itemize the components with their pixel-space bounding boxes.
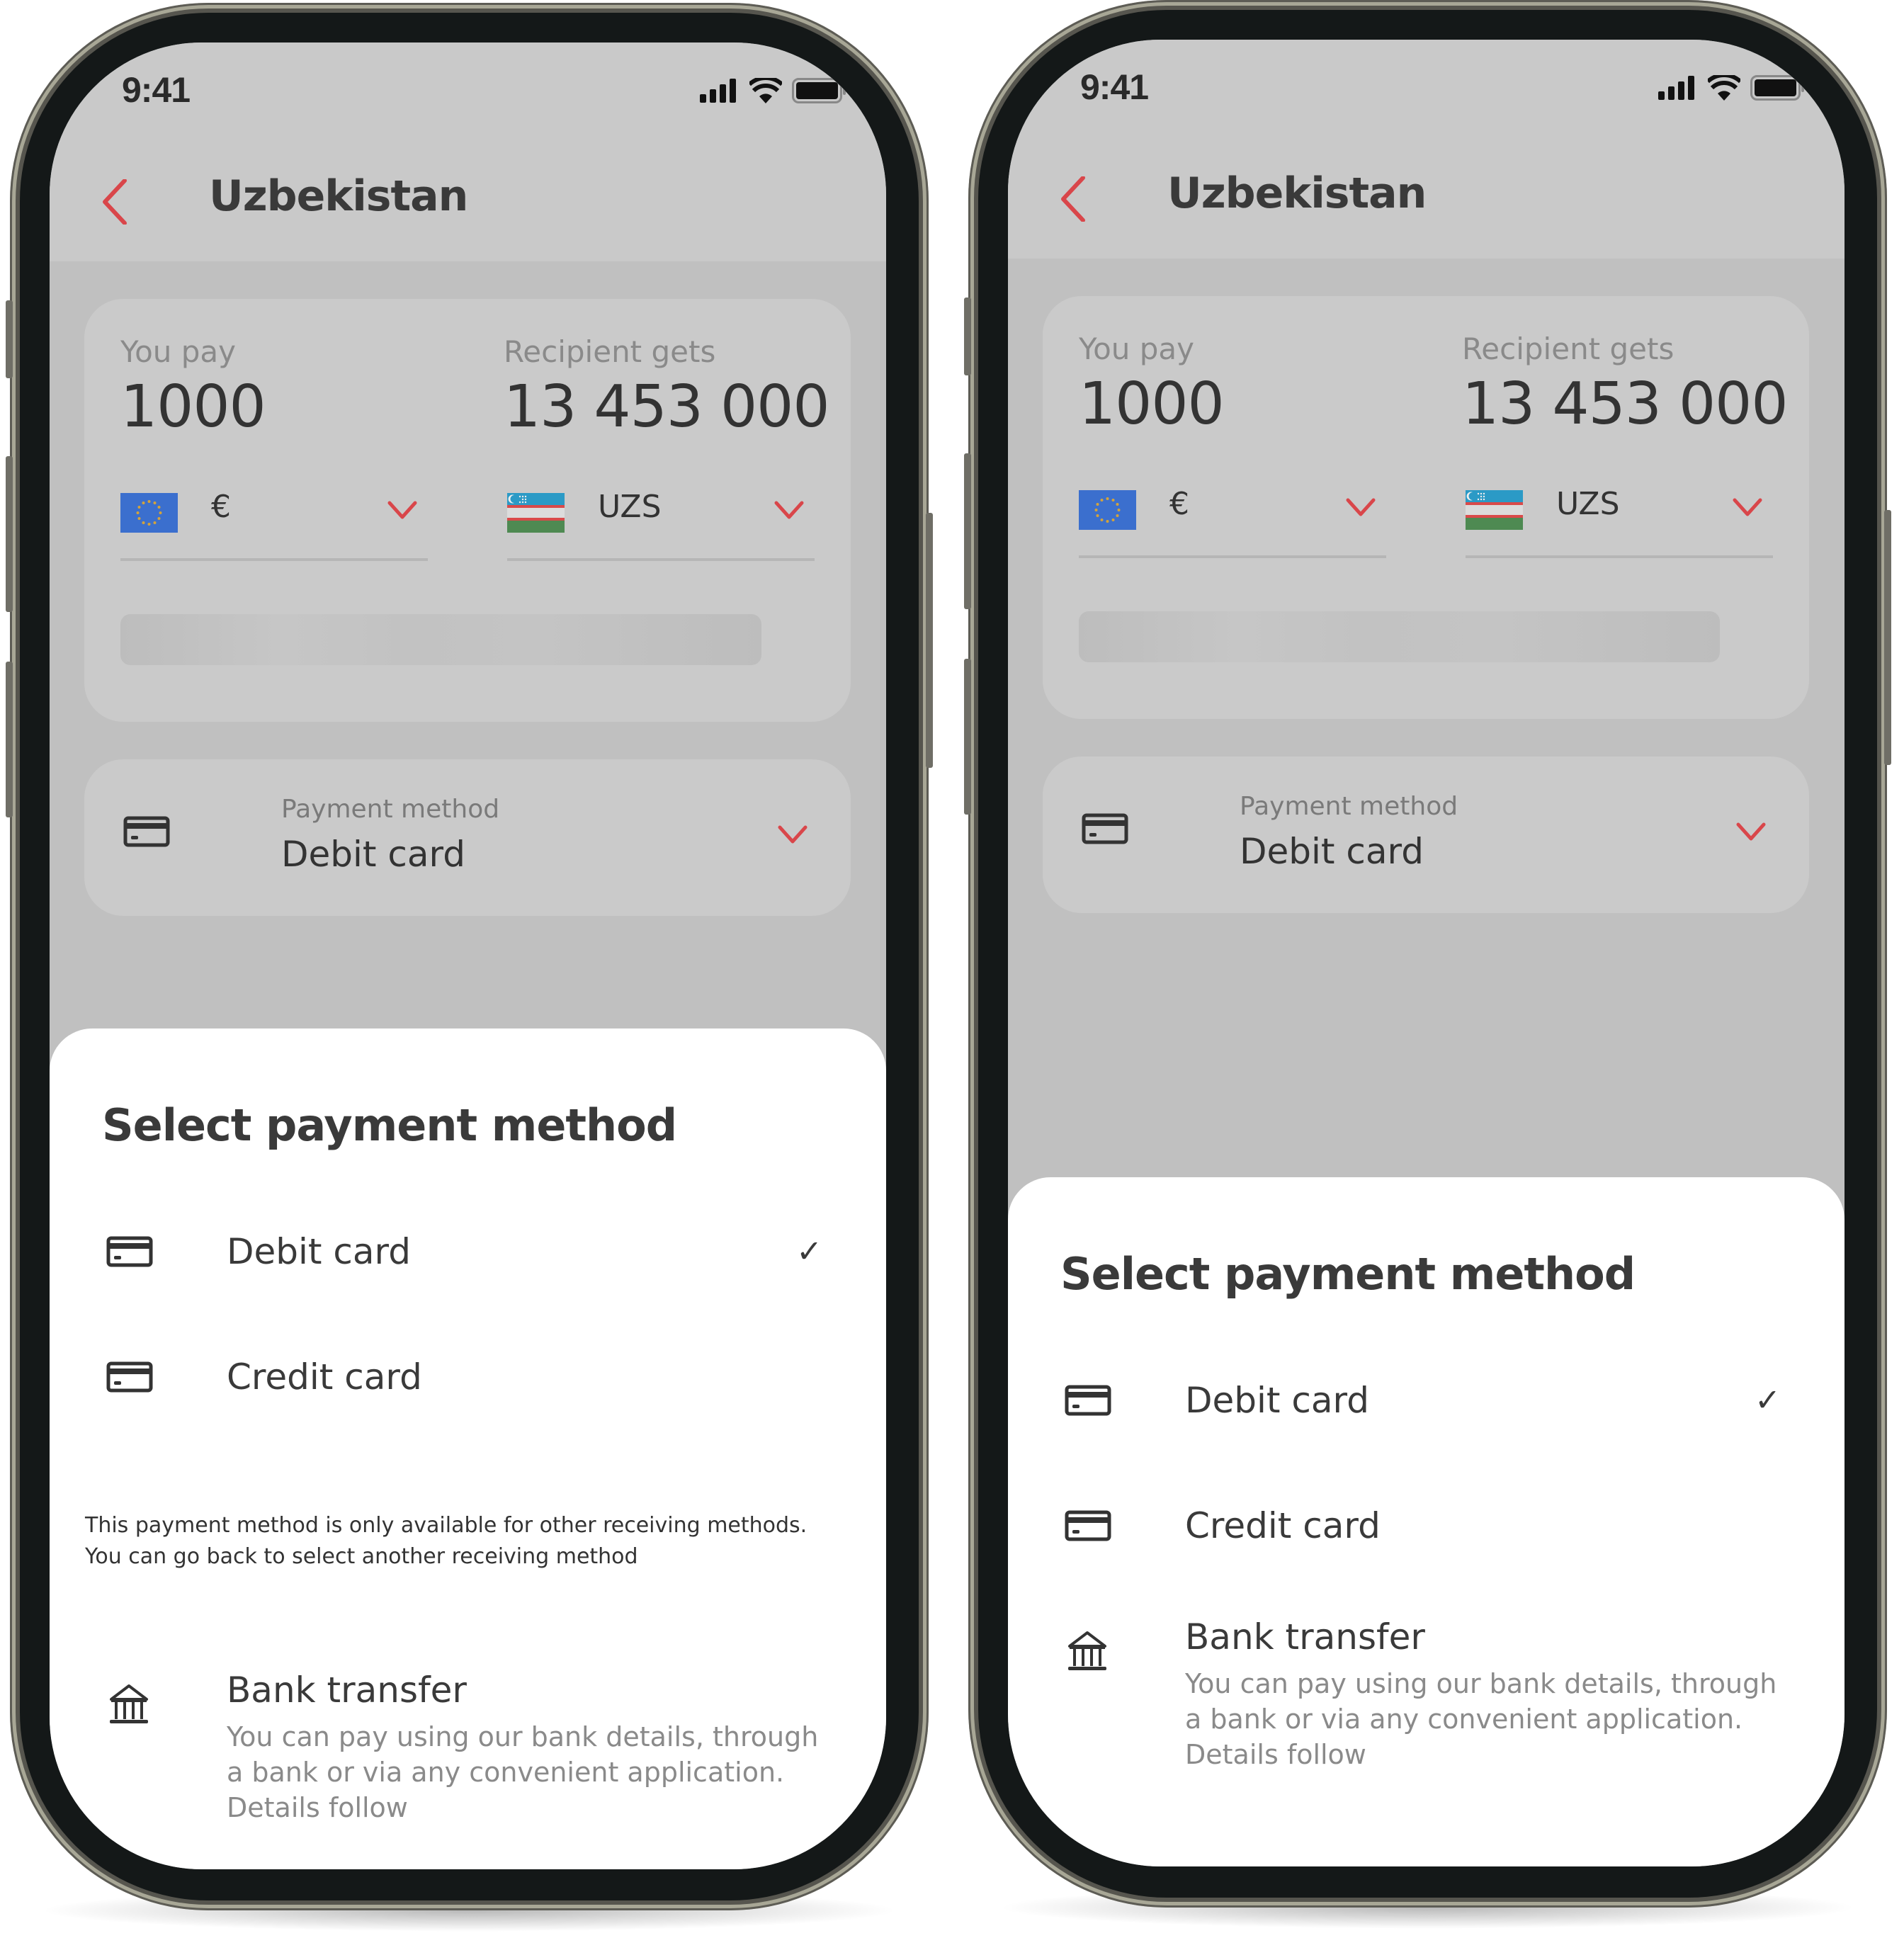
card-icon: [106, 1361, 153, 1393]
phone-screen: 9:41 Uzbekistan You pay 1000 Recipient g…: [1008, 40, 1844, 1866]
phone-screen: 9:41 Uzbekistan You pay 1000 Recipient g…: [50, 42, 886, 1869]
option-credit-card[interactable]: Credit card: [1008, 1473, 1844, 1579]
payment-method-value: Debit card: [1240, 831, 1424, 872]
exchange-rate-skeleton: [1079, 611, 1720, 662]
wifi-icon: [1708, 75, 1740, 101]
side-button: [964, 298, 971, 375]
side-button: [6, 300, 13, 378]
card-icon: [123, 816, 170, 847]
option-label: Debit card: [227, 1231, 411, 1272]
page-title: Uzbekistan: [1167, 169, 1427, 218]
payment-method-select[interactable]: Payment method Debit card: [84, 759, 851, 916]
option-credit-card[interactable]: Credit card: [50, 1324, 886, 1430]
option-label: Credit card: [1185, 1505, 1381, 1546]
receive-currency-select[interactable]: UZS: [1466, 480, 1773, 558]
phone-mockup-left: 9:41 Uzbekistan You pay 1000 Recipient g…: [6, 3, 933, 1932]
chevron-down-icon: [774, 501, 804, 519]
uzbekistan-flag-icon: [1466, 490, 1523, 530]
wifi-icon: [749, 78, 782, 103]
side-button: [926, 513, 933, 768]
status-icons: [1658, 75, 1806, 101]
status-bar: 9:41: [1008, 40, 1844, 181]
you-pay-label: You pay: [1079, 332, 1194, 366]
page-title: Uzbekistan: [209, 171, 468, 221]
back-button[interactable]: [94, 174, 136, 230]
receive-currency-select[interactable]: UZS: [507, 483, 815, 561]
status-bar: 9:41: [50, 42, 886, 184]
you-pay-label: You pay: [120, 334, 236, 369]
you-pay-amount[interactable]: 1000: [120, 373, 266, 441]
card-icon: [106, 1236, 153, 1267]
card-icon: [1065, 1510, 1111, 1541]
recipient-gets-amount[interactable]: 13 453 000: [1462, 370, 1788, 438]
sheet-title: Select payment method: [102, 1099, 677, 1151]
recipient-gets-amount[interactable]: 13 453 000: [504, 373, 829, 441]
side-button: [964, 659, 971, 815]
back-button[interactable]: [1052, 171, 1094, 227]
chevron-left-icon: [103, 179, 127, 225]
pay-currency-select[interactable]: €: [120, 483, 428, 561]
chevron-down-icon: [1733, 498, 1762, 516]
payment-method-label: Payment method: [1240, 792, 1458, 821]
payment-method-bottom-sheet: Select payment method Debit card ✓ Credi…: [1008, 1177, 1844, 1866]
pay-currency-code: €: [211, 489, 231, 525]
option-debit-card[interactable]: Debit card ✓: [50, 1198, 886, 1305]
option-bank-transfer[interactable]: Bank transfer You can pay using our bank…: [1008, 1616, 1844, 1772]
bank-icon: [1068, 1631, 1106, 1670]
phone-mockup-right: 9:41 Uzbekistan You pay 1000 Recipient g…: [964, 0, 1891, 1929]
payment-method-bottom-sheet: Select payment method Debit card ✓ Credi…: [50, 1028, 886, 1869]
bank-transfer-title: Bank transfer: [227, 1670, 467, 1711]
side-button: [1884, 510, 1891, 765]
bank-transfer-title: Bank transfer: [1185, 1616, 1425, 1658]
exchange-rate-skeleton: [120, 614, 761, 665]
cellular-signal-icon: [1658, 76, 1694, 100]
chevron-down-icon: [1736, 822, 1766, 841]
you-pay-amount[interactable]: 1000: [1079, 370, 1225, 438]
receive-currency-code: UZS: [1556, 486, 1620, 522]
chevron-down-icon: [778, 825, 808, 844]
bank-transfer-description: You can pay using our bank details, thro…: [1185, 1668, 1777, 1770]
amount-card: You pay 1000 Recipient gets 13 453 000 €: [1043, 296, 1809, 719]
battery-icon: [792, 78, 846, 103]
option-label: Debit card: [1185, 1380, 1369, 1421]
card-icon: [1082, 813, 1128, 844]
payment-method-select[interactable]: Payment method Debit card: [1043, 756, 1809, 913]
status-time: 9:41: [1080, 67, 1149, 107]
cellular-signal-icon: [700, 79, 736, 103]
recipient-gets-label: Recipient gets: [504, 334, 716, 369]
recipient-gets-label: Recipient gets: [1462, 332, 1674, 366]
sheet-title: Select payment method: [1060, 1248, 1636, 1300]
chevron-left-icon: [1061, 176, 1085, 222]
chevron-down-icon: [1346, 498, 1376, 516]
checkmark-icon: ✓: [796, 1233, 822, 1270]
eu-flag-icon: [120, 493, 178, 533]
unavailable-note: This payment method is only available fo…: [85, 1513, 808, 1569]
pay-currency-select[interactable]: €: [1079, 480, 1386, 558]
receive-currency-code: UZS: [598, 489, 662, 525]
side-button: [6, 456, 13, 612]
battery-icon: [1750, 75, 1804, 101]
amount-card: You pay 1000 Recipient gets 13 453 000 €: [84, 299, 851, 722]
option-debit-card[interactable]: Debit card ✓: [1008, 1347, 1844, 1454]
uzbekistan-flag-icon: [507, 493, 565, 533]
bank-icon: [110, 1684, 148, 1723]
checkmark-icon: ✓: [1755, 1382, 1781, 1419]
payment-method-label: Payment method: [281, 795, 500, 824]
status-icons: [700, 78, 847, 103]
option-label: Credit card: [227, 1356, 422, 1398]
option-bank-transfer[interactable]: Bank transfer You can pay using our bank…: [50, 1670, 886, 1825]
eu-flag-icon: [1079, 490, 1136, 530]
side-button: [964, 453, 971, 609]
side-button: [6, 662, 13, 817]
bank-transfer-description: You can pay using our bank details, thro…: [227, 1721, 819, 1823]
chevron-down-icon: [387, 501, 417, 519]
pay-currency-code: €: [1169, 486, 1189, 522]
status-time: 9:41: [122, 70, 191, 110]
payment-method-value: Debit card: [281, 834, 465, 875]
card-icon: [1065, 1385, 1111, 1416]
